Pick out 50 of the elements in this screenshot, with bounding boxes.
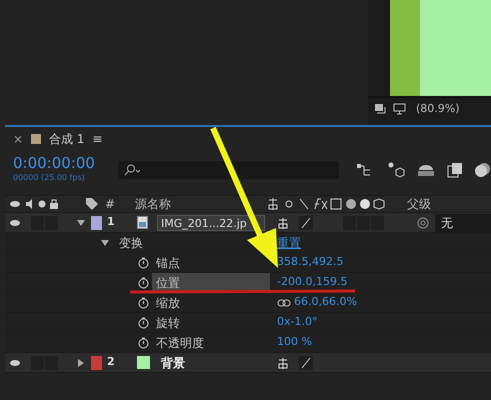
stopwatch-icon[interactable] bbox=[138, 336, 149, 348]
layer-number: 1 bbox=[107, 214, 115, 230]
shy-switch-icon[interactable] bbox=[277, 216, 289, 228]
expand-arrow-icon[interactable] bbox=[77, 218, 85, 226]
quality-switch-icon[interactable] bbox=[299, 356, 313, 370]
reset-link[interactable]: 重置 bbox=[277, 234, 301, 252]
shy-switch-icon[interactable] bbox=[277, 356, 289, 368]
close-button[interactable]: × bbox=[13, 130, 24, 148]
column-header: # bbox=[105, 196, 116, 213]
column-header: 源名称 bbox=[135, 196, 171, 213]
link-icon[interactable] bbox=[277, 298, 291, 308]
property-name: 不透明度 bbox=[155, 334, 205, 352]
parent-dropdown[interactable]: 无 bbox=[435, 214, 491, 232]
property-group-name: 变换 bbox=[119, 234, 143, 252]
cube-icon[interactable] bbox=[387, 161, 405, 179]
column-header: 父级 bbox=[407, 196, 431, 213]
snapshot-icon[interactable] bbox=[374, 103, 387, 115]
stopwatch-icon[interactable] bbox=[138, 296, 149, 308]
menu-button[interactable]: ≡ bbox=[92, 130, 103, 148]
stopwatch-icon[interactable] bbox=[138, 276, 149, 288]
property-value[interactable]: 0x-1.0° bbox=[277, 314, 318, 331]
expand-arrow-icon[interactable] bbox=[77, 358, 85, 366]
property-value[interactable]: 100 % bbox=[277, 334, 312, 351]
layer-number: 2 bbox=[107, 354, 115, 370]
visibility-icon[interactable] bbox=[9, 218, 21, 226]
search-field[interactable] bbox=[118, 161, 339, 179]
property-name: 锚点 bbox=[155, 254, 181, 272]
tag-icon bbox=[85, 197, 99, 211]
frame-rate-label: 00000 (25.00 fps) bbox=[13, 172, 86, 184]
expand-arrow-icon[interactable] bbox=[101, 238, 109, 246]
monitor-icon[interactable] bbox=[393, 103, 406, 115]
frames-icon[interactable] bbox=[447, 162, 463, 178]
property-value[interactable]: 66.0,66.0% bbox=[294, 294, 357, 311]
property-value[interactable]: 358.5,492.5 bbox=[277, 254, 344, 271]
property-value[interactable]: -200.0,159.5 bbox=[277, 274, 348, 291]
comp-tab[interactable]: 合成 1 bbox=[49, 130, 85, 148]
pick-whip-icon[interactable] bbox=[417, 216, 429, 228]
quality-switch-icon[interactable] bbox=[299, 216, 313, 230]
image-file-icon bbox=[137, 216, 149, 229]
timecode[interactable]: 0:00:00:00 bbox=[13, 155, 108, 172]
stopwatch-icon[interactable] bbox=[138, 256, 149, 268]
stopwatch-icon[interactable] bbox=[138, 316, 149, 328]
property-name: 旋转 bbox=[155, 314, 181, 332]
property-name: 缩放 bbox=[155, 294, 181, 312]
visibility-icon[interactable] bbox=[9, 358, 21, 366]
shy-icon[interactable] bbox=[417, 162, 435, 178]
motion-blur-icon[interactable] bbox=[475, 162, 491, 178]
layer-name-field[interactable]: IMG_201...22.jp bbox=[157, 214, 265, 230]
layer-name: 背景 bbox=[160, 354, 185, 372]
search-icon bbox=[124, 164, 140, 176]
